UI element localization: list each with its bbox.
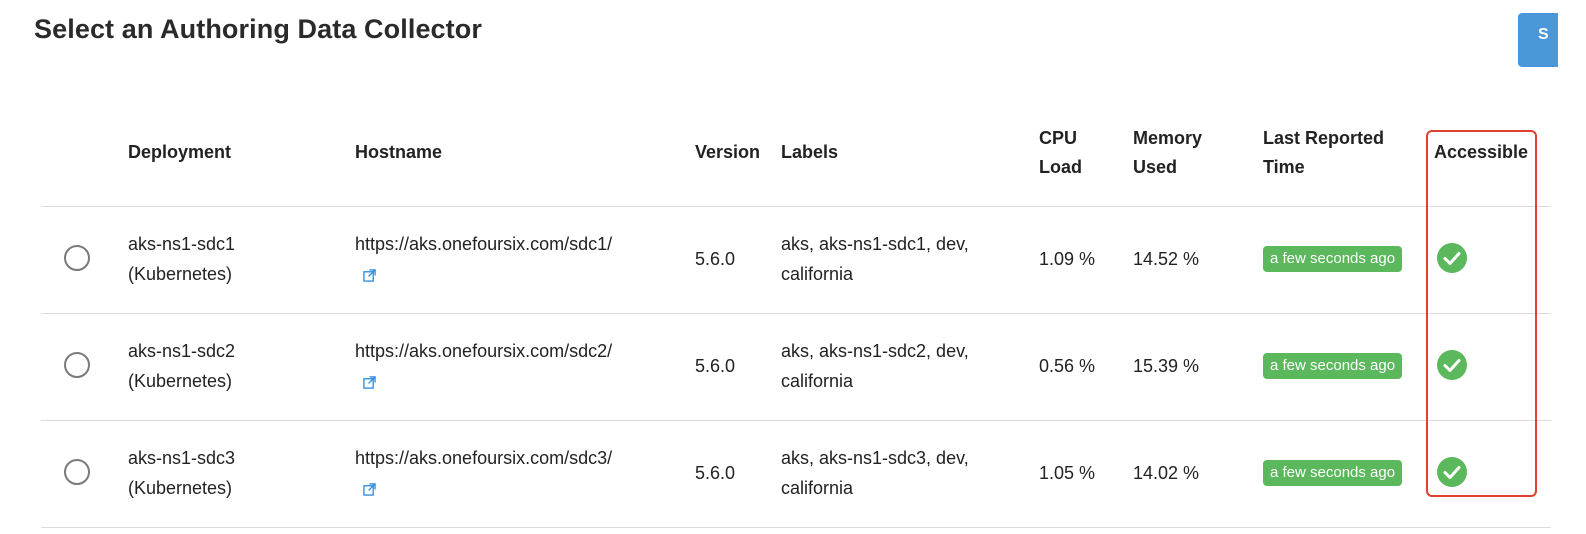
header-deployment[interactable]: Deployment bbox=[128, 138, 231, 167]
select-button[interactable]: S bbox=[1518, 13, 1558, 67]
deployment-type: (Kubernetes) bbox=[128, 371, 233, 391]
external-link-icon[interactable] bbox=[363, 483, 376, 496]
page-title: Select an Authoring Data Collector bbox=[34, 14, 482, 44]
header-labels[interactable]: Labels bbox=[781, 138, 838, 167]
last-reported-badge: a few seconds ago bbox=[1263, 353, 1403, 379]
hostname-text: https://aks.onefoursix.com/sdc2/ bbox=[355, 341, 613, 361]
check-circle-icon bbox=[1437, 457, 1467, 487]
header-cpu-load-line2: Load bbox=[1039, 157, 1082, 177]
external-link-icon[interactable] bbox=[363, 376, 376, 389]
cpu-load-cell: 1.09 % bbox=[1039, 249, 1096, 269]
version-cell: 5.6.0 bbox=[695, 463, 736, 483]
table-row[interactable]: aks-ns1-sdc1 (Kubernetes) https://aks.on… bbox=[41, 207, 1551, 314]
header-accessible[interactable]: Accessible bbox=[1434, 138, 1528, 167]
check-circle-icon bbox=[1437, 350, 1467, 380]
labels-line2: california bbox=[781, 264, 854, 284]
deployment-name: aks-ns1-sdc3 bbox=[128, 448, 236, 468]
version-cell: 5.6.0 bbox=[695, 249, 736, 269]
memory-used-cell: 14.02 % bbox=[1133, 463, 1200, 483]
header-cpu-load-line1: CPU bbox=[1039, 128, 1078, 148]
table-row[interactable]: aks-ns1-sdc2 (Kubernetes) https://aks.on… bbox=[41, 314, 1551, 421]
deployment-type: (Kubernetes) bbox=[128, 264, 233, 284]
last-reported-badge: a few seconds ago bbox=[1263, 460, 1403, 486]
hostname-cell: https://aks.onefoursix.com/sdc1/ bbox=[355, 229, 612, 289]
cpu-load-cell: 0.56 % bbox=[1039, 356, 1096, 376]
deployment-name: aks-ns1-sdc2 bbox=[128, 341, 236, 361]
table-header: Deployment Hostname Version Labels CPU L… bbox=[41, 122, 1551, 207]
header-version[interactable]: Version bbox=[695, 138, 760, 167]
labels-cell: aks, aks-ns1-sdc1, dev, california bbox=[781, 229, 969, 289]
labels-line2: california bbox=[781, 478, 854, 498]
header-memory-used-line2: Used bbox=[1133, 157, 1178, 177]
header-cpu-load[interactable]: CPU Load bbox=[1039, 124, 1082, 182]
external-link-icon[interactable] bbox=[363, 269, 376, 282]
header-memory-used[interactable]: Memory Used bbox=[1133, 124, 1202, 182]
memory-used-cell: 14.52 % bbox=[1133, 249, 1200, 269]
labels-cell: aks, aks-ns1-sdc3, dev, california bbox=[781, 443, 969, 503]
header-hostname[interactable]: Hostname bbox=[355, 138, 442, 167]
header-last-reported-line1: Last Reported bbox=[1263, 128, 1385, 148]
hostname-text: https://aks.onefoursix.com/sdc1/ bbox=[355, 234, 613, 254]
table-row[interactable]: aks-ns1-sdc3 (Kubernetes) https://aks.on… bbox=[41, 421, 1551, 528]
row-select-radio[interactable] bbox=[64, 352, 90, 378]
header-memory-used-line1: Memory bbox=[1133, 128, 1203, 148]
labels-cell: aks, aks-ns1-sdc2, dev, california bbox=[781, 336, 969, 396]
labels-line1: aks, aks-ns1-sdc3, dev, bbox=[781, 448, 969, 468]
last-reported-badge: a few seconds ago bbox=[1263, 246, 1403, 272]
labels-line1: aks, aks-ns1-sdc2, dev, bbox=[781, 341, 969, 361]
labels-line1: aks, aks-ns1-sdc1, dev, bbox=[781, 234, 969, 254]
hostname-cell: https://aks.onefoursix.com/sdc3/ bbox=[355, 443, 612, 503]
check-circle-icon bbox=[1437, 243, 1467, 273]
version-cell: 5.6.0 bbox=[695, 356, 736, 376]
header-last-reported-time[interactable]: Last Reported Time bbox=[1263, 124, 1384, 182]
hostname-cell: https://aks.onefoursix.com/sdc2/ bbox=[355, 336, 612, 396]
deployment-cell: aks-ns1-sdc1 (Kubernetes) bbox=[128, 229, 235, 289]
hostname-text: https://aks.onefoursix.com/sdc3/ bbox=[355, 448, 613, 468]
deployment-cell: aks-ns1-sdc3 (Kubernetes) bbox=[128, 443, 235, 503]
memory-used-cell: 15.39 % bbox=[1133, 356, 1200, 376]
labels-line2: california bbox=[781, 371, 854, 391]
row-select-radio[interactable] bbox=[64, 459, 90, 485]
deployment-type: (Kubernetes) bbox=[128, 478, 233, 498]
row-select-radio[interactable] bbox=[64, 245, 90, 271]
cpu-load-cell: 1.05 % bbox=[1039, 463, 1096, 483]
header-last-reported-line2: Time bbox=[1263, 157, 1305, 177]
deployment-cell: aks-ns1-sdc2 (Kubernetes) bbox=[128, 336, 235, 396]
deployment-name: aks-ns1-sdc1 bbox=[128, 234, 236, 254]
